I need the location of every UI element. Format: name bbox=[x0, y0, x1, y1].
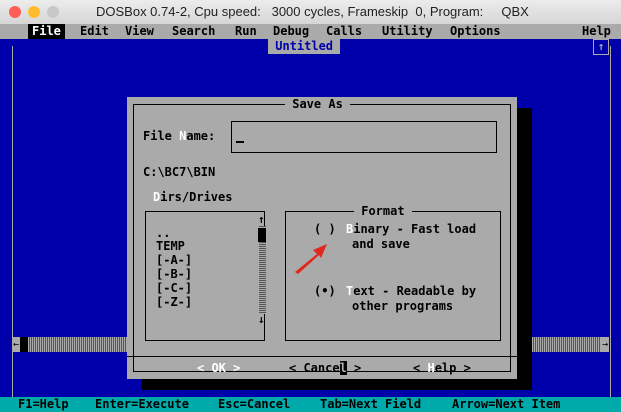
ok-button[interactable]: < OK > bbox=[197, 361, 240, 376]
menu-view[interactable]: View bbox=[125, 24, 154, 39]
zoom-window-button[interactable] bbox=[47, 6, 59, 18]
list-item[interactable]: [-Z-] bbox=[156, 295, 192, 310]
button-divider bbox=[127, 356, 517, 357]
scroll-down-icon[interactable]: ↓ bbox=[258, 312, 265, 327]
red-arrow-icon bbox=[295, 244, 327, 274]
current-path: C:\BC7\BIN bbox=[143, 165, 216, 179]
text-label-line2: other programs bbox=[352, 299, 454, 313]
list-item[interactable]: [-B-] bbox=[156, 267, 192, 282]
status-next-field: Tab=Next Field bbox=[320, 397, 422, 411]
menu-debug[interactable]: Debug bbox=[273, 24, 309, 39]
list-item[interactable]: TEMP bbox=[156, 239, 185, 254]
help-button[interactable]: < Help > bbox=[413, 361, 471, 376]
format-title: Format bbox=[354, 204, 412, 219]
dirs-drives-list[interactable]: .. TEMP [-A-] [-B-] [-C-] [-Z-] ↑ ↓ bbox=[145, 211, 266, 341]
status-help: F1=Help bbox=[18, 397, 69, 411]
menu-run[interactable]: Run bbox=[235, 24, 257, 39]
close-window-button[interactable] bbox=[9, 6, 21, 18]
menu-calls[interactable]: Calls bbox=[326, 24, 362, 39]
text-cursor bbox=[236, 141, 244, 143]
menu-edit[interactable]: Edit bbox=[80, 24, 109, 39]
status-next-item: Arrow=Next Item bbox=[452, 397, 561, 411]
menu-search[interactable]: Search bbox=[172, 24, 215, 39]
text-radio[interactable]: (•) bbox=[314, 284, 336, 299]
window-titlebar: DOSBox 0.74-2, Cpu speed: 3000 cycles, F… bbox=[0, 0, 621, 25]
status-bar: F1=Help Enter=Execute Esc=Cancel Tab=Nex… bbox=[0, 397, 621, 412]
menu-file[interactable]: File bbox=[28, 24, 65, 39]
minimize-window-button[interactable] bbox=[28, 6, 40, 18]
text-label[interactable]: Text - Readable by bbox=[346, 284, 476, 299]
window-title: DOSBox 0.74-2, Cpu speed: 3000 cycles, F… bbox=[96, 4, 529, 19]
maximize-arrow-icon[interactable]: ↑ bbox=[593, 39, 609, 55]
menu-utility[interactable]: Utility bbox=[382, 24, 433, 39]
format-group: Format ( ) Binary - Fast load and save (… bbox=[285, 204, 501, 341]
scrollbar-thumb[interactable] bbox=[20, 337, 28, 352]
status-cancel: Esc=Cancel bbox=[218, 397, 291, 411]
binary-label-line2: and save bbox=[352, 237, 410, 251]
filename-input[interactable] bbox=[236, 129, 486, 144]
menu-bar: File Edit View Search Run Debug Calls Ut… bbox=[0, 24, 621, 39]
scrollbar-thumb[interactable] bbox=[258, 228, 266, 242]
list-item[interactable]: [-A-] bbox=[156, 253, 192, 268]
dialog-title: Save As bbox=[285, 97, 351, 112]
binary-label[interactable]: Binary - Fast load bbox=[346, 222, 476, 237]
scroll-up-icon[interactable]: ↑ bbox=[258, 212, 265, 227]
dirs-drives-label: Dirs/Drives bbox=[153, 190, 233, 204]
menu-help[interactable]: Help bbox=[582, 24, 611, 39]
scroll-right-icon[interactable]: → bbox=[601, 337, 609, 352]
list-item[interactable]: [-C-] bbox=[156, 281, 192, 296]
filename-field[interactable] bbox=[231, 121, 497, 153]
document-title: Untitled bbox=[268, 39, 341, 54]
scroll-left-icon[interactable]: ← bbox=[12, 337, 20, 352]
dos-screen: File Edit View Search Run Debug Calls Ut… bbox=[0, 24, 621, 412]
save-as-dialog: Save As File Name: C:\BC7\BIN Dirs/Drive… bbox=[127, 97, 517, 379]
cancel-button[interactable]: < Cancel > bbox=[289, 361, 361, 376]
filename-label: File Name: bbox=[143, 129, 216, 143]
menu-options[interactable]: Options bbox=[450, 24, 501, 39]
status-execute: Enter=Execute bbox=[95, 397, 189, 411]
binary-radio[interactable]: ( ) bbox=[314, 222, 336, 237]
